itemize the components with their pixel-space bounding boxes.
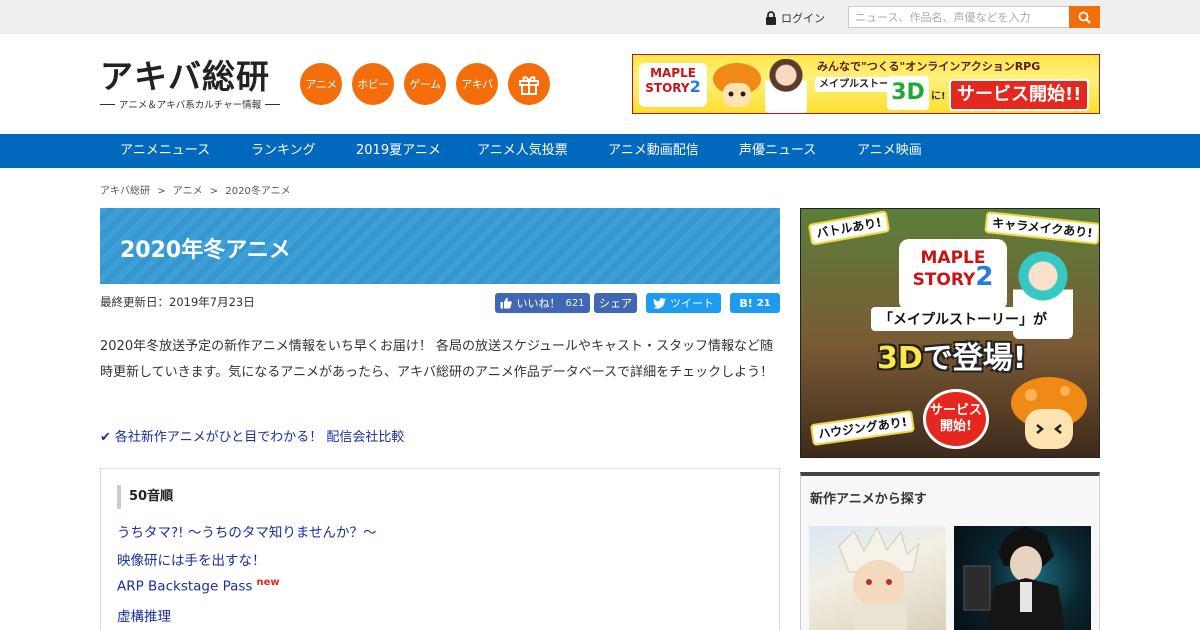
main-nav: アニメニュース ランキング 2019夏アニメ アニメ人気投票 アニメ動画配信 声… bbox=[0, 134, 1200, 168]
new-badge: new bbox=[256, 577, 280, 588]
breadcrumb-separator: > bbox=[209, 186, 219, 197]
nav-item-2019-summer[interactable]: 2019夏アニメ bbox=[356, 134, 441, 168]
top-utility-bar: ログイン bbox=[0, 0, 1200, 34]
banner-ni-text: に! bbox=[931, 91, 946, 102]
streaming-compare-link[interactable]: ✔ 各社新作アニメがひと目でわかる！ 配信会社比較 bbox=[100, 426, 404, 445]
new-anime-search-panel: 新作アニメから探す bbox=[800, 472, 1100, 630]
breadcrumb-anime[interactable]: アニメ bbox=[173, 186, 203, 197]
nav-item-voice-actor-news[interactable]: 声優ニュース bbox=[739, 134, 816, 168]
banner-maple-logo: MAPLE STORY2 bbox=[899, 239, 1007, 311]
page-title: 2020年冬アニメ bbox=[120, 238, 291, 263]
like-label: いいね！ bbox=[516, 297, 561, 310]
category-anime-button[interactable]: アニメ bbox=[300, 63, 342, 105]
hatena-bookmark-button[interactable]: B! 21 bbox=[730, 293, 780, 313]
anime-thumbnail[interactable] bbox=[809, 526, 946, 630]
mushroom-mascot-icon bbox=[1011, 377, 1087, 449]
anime-character-image bbox=[963, 526, 1066, 630]
hatena-label: B! bbox=[739, 296, 753, 310]
last-updated-date: 最終更新日：2019年7月23日 bbox=[100, 295, 255, 309]
anime-title-list: 50音順 うちタマ?! ～うちのタマ知りませんか？～ 映像研には手を出すな！ A… bbox=[100, 468, 780, 630]
breadcrumb-current: 2020冬アニメ bbox=[225, 186, 291, 197]
nav-item-anime-vote[interactable]: アニメ人気投票 bbox=[477, 134, 568, 168]
compare-link-label: 各社新作アニメがひと目でわかる！ 配信会社比較 bbox=[114, 430, 405, 445]
anime-character-image bbox=[838, 526, 920, 630]
category-hobby-button[interactable]: ホビー bbox=[352, 63, 394, 105]
nav-item-ranking[interactable]: ランキング bbox=[251, 134, 316, 168]
nav-item-anime-streaming[interactable]: アニメ動画配信 bbox=[608, 134, 699, 168]
side-panel-heading: 新作アニメから探す bbox=[810, 492, 927, 507]
mushroom-mascot-icon bbox=[713, 63, 761, 107]
breadcrumb-home[interactable]: アキバ総研 bbox=[100, 186, 150, 197]
login-link[interactable]: ログイン bbox=[765, 10, 825, 26]
site-header: アキバ総研 アニメ＆アキバ系カルチャー情報 アニメ ホビー ゲーム アキバ MA… bbox=[0, 34, 1200, 134]
login-label: ログイン bbox=[781, 12, 825, 25]
list-item[interactable]: 映像研には手を出すな！ bbox=[117, 549, 266, 569]
tweet-label: ツイート bbox=[670, 297, 714, 310]
breadcrumb: アキバ総研 > アニメ > 2020冬アニメ bbox=[100, 182, 297, 197]
banner-tag-battle: バトルあり! bbox=[807, 210, 891, 246]
maplestory-side-banner[interactable]: バトルあり! キャラメイクあり! MAPLE STORY2 「メイプルストーリー… bbox=[800, 208, 1100, 458]
tweet-button[interactable]: ツイート bbox=[646, 293, 721, 313]
banner-maple-logo: MAPLE STORY2 bbox=[639, 63, 707, 107]
intro-text: 2020年冬放送予定の新作アニメ情報をいち早くお届け！ 各局の放送スケジュールや… bbox=[100, 339, 774, 380]
banner-service-start: サービス開始! bbox=[923, 389, 989, 449]
logo-subtitle: アニメ＆アキバ系カルチャー情報 bbox=[100, 97, 280, 111]
bird-icon bbox=[653, 297, 666, 309]
facebook-like-button[interactable]: いいね！ 621 bbox=[495, 293, 590, 313]
banner-3d-text: 3D bbox=[887, 76, 929, 110]
list-item[interactable]: うちタマ?! ～うちのタマ知りませんか？～ bbox=[117, 521, 376, 541]
list-item-title: ARP Backstage Pass bbox=[117, 578, 253, 595]
list-item[interactable]: ARP Backstage Pass new bbox=[117, 577, 280, 595]
search-input[interactable] bbox=[848, 6, 1069, 28]
list-item[interactable]: 虚構推理 bbox=[117, 605, 171, 625]
search-icon bbox=[1078, 11, 1091, 24]
logo-text: アキバ総研 bbox=[100, 57, 270, 96]
nav-item-anime-news[interactable]: アニメニュース bbox=[120, 134, 210, 168]
anime-thumbnail[interactable] bbox=[954, 526, 1091, 630]
site-logo[interactable]: アキバ総研 アニメ＆アキバ系カルチャー情報 bbox=[100, 59, 280, 111]
search-button[interactable] bbox=[1069, 6, 1100, 28]
facebook-share-button[interactable]: シェア bbox=[594, 293, 637, 313]
category-game-button[interactable]: ゲーム bbox=[404, 63, 446, 105]
banner-character-image bbox=[765, 59, 807, 113]
lock-icon bbox=[766, 11, 776, 25]
hatena-count: 21 bbox=[756, 297, 771, 309]
nav-item-anime-movie[interactable]: アニメ映画 bbox=[857, 134, 922, 168]
category-akiba-button[interactable]: アキバ bbox=[456, 63, 498, 105]
thumbs-up-icon bbox=[500, 297, 513, 309]
list-heading: 50音順 bbox=[117, 485, 173, 509]
banner-tagline: みんなで"つくる"オンラインアクションRPG bbox=[817, 60, 1041, 73]
maplestory-top-banner[interactable]: MAPLE STORY2 みんなで"つくる"オンラインアクションRPG メイプル… bbox=[632, 54, 1100, 114]
gift-icon bbox=[519, 76, 539, 95]
checkmark-icon: ✔ bbox=[100, 430, 111, 445]
breadcrumb-separator: > bbox=[157, 186, 166, 197]
banner-headline: 「メイプルストーリー」が bbox=[871, 307, 1055, 331]
banner-3d-headline: 3Dで登場! bbox=[877, 341, 1027, 376]
banner-tag-housing: ハウジングあり! bbox=[809, 409, 916, 447]
gift-button[interactable] bbox=[508, 63, 550, 105]
banner-service-start: サービス開始!! bbox=[949, 79, 1090, 111]
like-count: 621 bbox=[565, 297, 585, 309]
page-title-box: 2020年冬アニメ bbox=[100, 208, 780, 284]
